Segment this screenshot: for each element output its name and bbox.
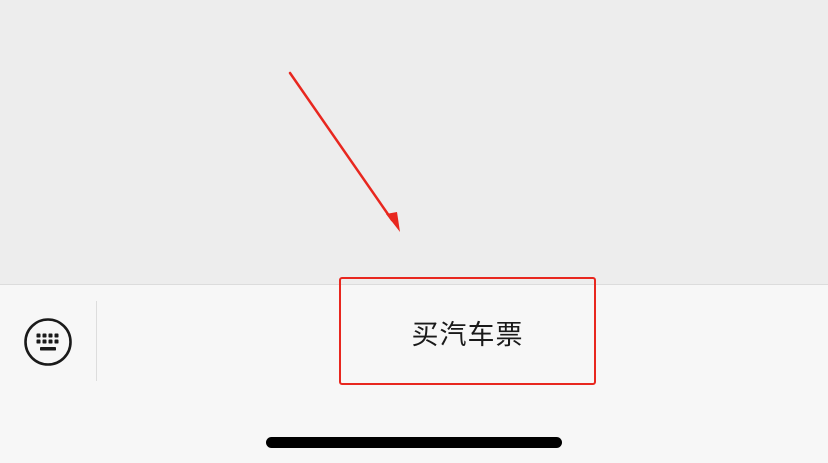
wechat-official-account-screen: 买汽车票 <box>0 0 828 463</box>
chat-area <box>0 0 828 284</box>
keyboard-icon <box>24 318 72 366</box>
home-indicator <box>266 437 562 448</box>
menu-divider <box>96 301 97 381</box>
keyboard-toggle-button[interactable] <box>23 317 73 367</box>
menu-item-buy-bus-ticket[interactable]: 买汽车票 <box>340 279 595 385</box>
